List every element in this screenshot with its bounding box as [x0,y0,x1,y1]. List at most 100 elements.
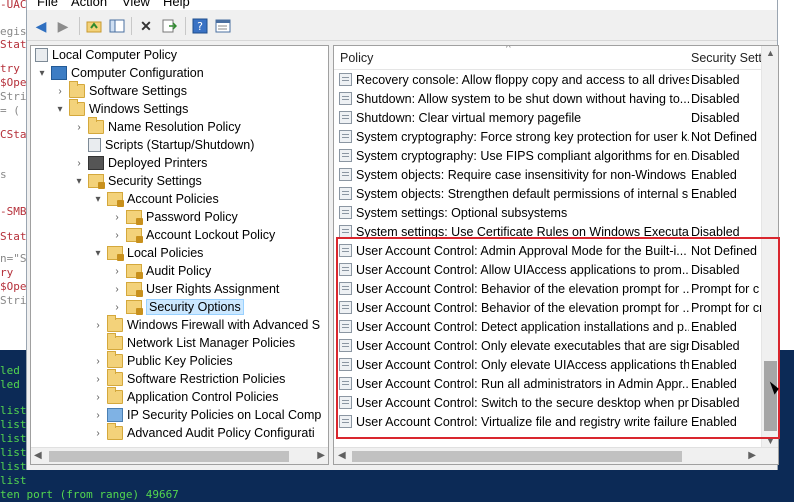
chevron-right-icon[interactable]: › [91,318,105,332]
chevron-down-icon[interactable]: ▾ [53,102,67,116]
chevron-right-icon[interactable]: › [110,210,124,224]
policy-row[interactable]: User Account Control: Run all administra… [334,374,762,393]
chevron-down-icon[interactable]: ▾ [72,174,86,188]
back-icon[interactable]: ◀ [31,16,51,36]
tree-label: Security Options [146,299,244,315]
scroll-right-icon[interactable]: ▶ [317,450,325,461]
tree-item-security-settings[interactable]: ▾ Security Settings [72,172,202,190]
tree-item-windows-settings[interactable]: ▾ Windows Settings [53,99,188,118]
scrollbar-thumb[interactable] [352,451,682,462]
policy-row[interactable]: System settings: Use Certificate Rules o… [334,222,762,241]
tree-item-computer-configuration[interactable]: ▾ Computer Configuration [35,64,204,82]
tree-item-name-resolution-policy[interactable]: › Name Resolution Policy [72,117,241,136]
tree-item-network-list-manager[interactable]: Network List Manager Policies [91,333,296,352]
policy-name: System settings: Use Certificate Rules o… [356,224,689,239]
export-list-icon[interactable] [159,16,179,36]
list-header: Policy ^ Security Setti [334,46,778,70]
policy-name: Shutdown: Allow system to be shut down w… [356,91,689,106]
tree-item-application-control[interactable]: › Application Control Policies [91,387,278,406]
tree-item-ip-security[interactable]: › IP Security Policies on Local Comp [91,406,321,424]
tree-item-account-policies[interactable]: ▾ Account Policies [91,190,219,208]
tree-item-software-settings[interactable]: › Software Settings [53,81,187,100]
tree-item-password-policy[interactable]: › Password Policy [110,208,238,226]
chevron-right-icon[interactable]: › [72,120,86,134]
policy-row[interactable]: Shutdown: Allow system to be shut down w… [334,89,762,108]
policy-row[interactable]: System objects: Strengthen default permi… [334,184,762,203]
policy-row[interactable]: User Account Control: Detect application… [334,317,762,336]
policy-row[interactable]: System objects: Require case insensitivi… [334,165,762,184]
policy-row[interactable]: Shutdown: Clear virtual memory pagefile … [334,108,762,127]
scroll-down-icon[interactable]: ▼ [766,436,775,446]
script-icon [88,138,101,152]
scrollbar-thumb[interactable] [49,451,289,462]
chevron-right-icon[interactable]: › [91,408,105,422]
tree-horizontal-scrollbar[interactable]: ◀ ▶ [31,447,328,464]
list-horizontal-scrollbar[interactable]: ◀ ▶ [334,447,778,464]
help-icon[interactable]: ? [190,16,210,36]
tree-item-local-policies[interactable]: ▾ Local Policies [91,244,203,262]
policy-row[interactable]: System cryptography: Force strong key pr… [334,127,762,146]
tree-item-windows-firewall[interactable]: › Windows Firewall with Advanced S [91,315,321,334]
policy-row[interactable]: User Account Control: Virtualize file an… [334,412,762,431]
tree-item-advanced-audit[interactable]: › Advanced Audit Policy Configurati [91,423,315,442]
chevron-right-icon[interactable]: › [53,84,67,98]
chevron-right-icon[interactable]: › [91,390,105,404]
tree-label: Network List Manager Policies [127,336,296,350]
policy-name: User Account Control: Only elevate UIAcc… [356,357,689,372]
chevron-down-icon[interactable]: ▾ [91,192,105,206]
tree-item-user-rights-assignment[interactable]: › User Rights Assignment [110,280,279,298]
security-setting: Prompt for c [691,281,760,296]
policy-row[interactable]: Recovery console: Allow floppy copy and … [334,70,762,89]
properties-icon[interactable] [213,16,233,36]
scroll-left-icon[interactable]: ◀ [34,450,42,461]
menu-action[interactable]: Action [71,0,107,9]
chevron-right-icon[interactable]: › [110,228,124,242]
policy-row[interactable]: User Account Control: Only elevate UIAcc… [334,355,762,374]
chevron-right-icon[interactable]: › [110,264,124,278]
tree-item-account-lockout-policy[interactable]: › Account Lockout Policy [110,226,275,244]
policy-row[interactable]: User Account Control: Behavior of the el… [334,279,762,298]
policy-row[interactable]: System settings: Optional subsystems [334,203,762,222]
show-hide-tree-icon[interactable] [107,16,127,36]
up-folder-icon[interactable] [84,16,104,36]
tree-item-software-restriction[interactable]: › Software Restriction Policies [91,369,286,388]
chevron-right-icon[interactable]: › [91,372,105,386]
tree-label: Advanced Audit Policy Configurati [127,426,315,440]
policy-row[interactable]: User Account Control: Behavior of the el… [334,298,762,317]
delete-icon[interactable]: ✕ [136,16,156,36]
chevron-right-icon[interactable]: › [91,354,105,368]
policy-row[interactable]: User Account Control: Admin Approval Mod… [334,241,762,260]
policy-name: User Account Control: Detect application… [356,319,689,334]
policy-row[interactable]: User Account Control: Only elevate execu… [334,336,762,355]
scroll-up-icon[interactable]: ▲ [766,48,775,58]
security-setting: Disabled [691,148,740,163]
chevron-down-icon[interactable]: ▾ [35,66,49,80]
forward-icon[interactable]: ▶ [53,16,73,36]
scroll-right-icon[interactable]: ▶ [748,450,756,461]
chevron-right-icon[interactable]: › [110,282,124,296]
policy-icon [339,339,352,352]
policy-icon [339,149,352,162]
tree-item-local-computer-policy[interactable]: Local Computer Policy [35,46,177,64]
tree-item-audit-policy[interactable]: › Audit Policy [110,262,211,280]
tree-label: Windows Firewall with Advanced S [127,318,321,332]
tree-label: Name Resolution Policy [108,120,241,134]
chevron-down-icon[interactable]: ▾ [91,246,105,260]
tree-item-scripts[interactable]: Scripts (Startup/Shutdown) [72,136,254,154]
menu-file[interactable]: File [37,0,58,9]
tree-item-public-key-policies[interactable]: › Public Key Policies [91,351,233,370]
tree-item-deployed-printers[interactable]: › Deployed Printers [72,154,207,172]
policy-row[interactable]: User Account Control: Allow UIAccess app… [334,260,762,279]
policy-name: User Account Control: Virtualize file an… [356,414,689,429]
chevron-right-icon[interactable]: › [110,300,124,314]
tree-label: Software Restriction Policies [127,372,286,386]
menu-view[interactable]: View [122,0,150,9]
policy-row[interactable]: System cryptography: Use FIPS compliant … [334,146,762,165]
scrollbar-thumb[interactable] [764,361,777,431]
policy-row[interactable]: User Account Control: Switch to the secu… [334,393,762,412]
scroll-left-icon[interactable]: ◀ [338,450,346,461]
tree-item-security-options[interactable]: › Security Options [110,298,244,316]
chevron-right-icon[interactable]: › [72,156,86,170]
menu-help[interactable]: Help [163,0,190,9]
chevron-right-icon[interactable]: › [91,426,105,440]
